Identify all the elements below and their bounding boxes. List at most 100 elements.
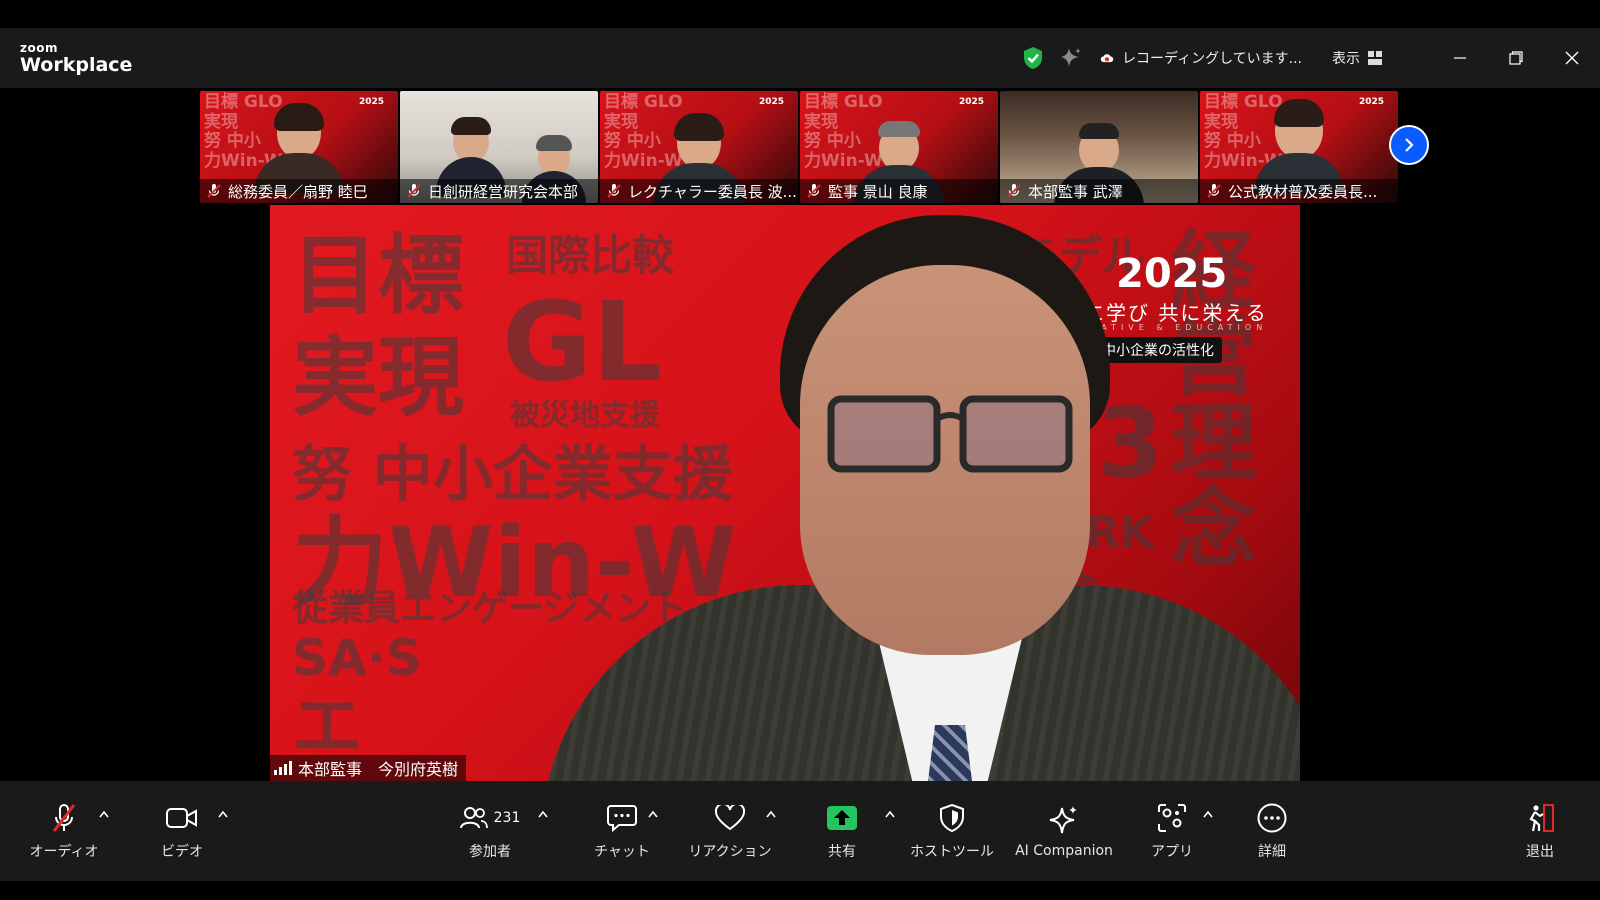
host-tools-label: ホストツール [910,844,994,860]
participant-tile[interactable]: 目標 GLO 実現 努 中小 力Win-W 2025 監事 景山 良康 [800,91,998,203]
background-text: 被災地支援 [510,398,660,433]
participant-filmstrip: 目標 GLO 実現 努 中小 力Win-W 2025 総務委員／扇野 睦巳 日創… [200,91,1398,203]
active-speaker-video: 目標 国際比較 GL 実現 被災地支援 努 中小企業支援 力Win-W 従業員エ… [270,205,1300,781]
signal-strength-icon [274,761,292,775]
participant-name: 日創研経営研究会本部 [428,182,579,201]
shield-icon [940,804,964,832]
chevron-up-icon [99,810,109,818]
video-button[interactable]: ビデオ [146,781,218,881]
mic-muted-icon [1207,184,1221,198]
ai-sparkle-icon [1049,806,1077,834]
tile-year: 2025 [958,97,984,107]
share-options-caret[interactable] [883,807,897,821]
background-text: 実現 [292,328,464,428]
reactions-button[interactable]: リアクション [680,781,780,881]
apps-options-caret[interactable] [1201,807,1215,821]
participant-nametag: 本部監事 武澤 [1000,179,1198,203]
chat-options-caret[interactable] [646,807,660,821]
chevron-up-icon [1203,810,1213,818]
leave-button[interactable]: 退出 [1504,781,1576,881]
recording-indicator[interactable]: レコーディングしています... [1100,48,1302,68]
view-button[interactable]: 表示 [1332,48,1382,68]
background-text: エ [292,685,362,767]
reactions-label: リアクション [688,844,772,860]
apps-icon [1158,804,1186,832]
participants-icon [459,807,488,829]
participant-tile[interactable]: 日創研経営研究会本部 [400,91,598,203]
tile-year: 2025 [1358,97,1384,107]
mic-muted-icon [1007,184,1021,198]
reactions-options-caret[interactable] [764,807,778,821]
leave-door-icon [1529,804,1554,832]
chevron-up-icon [218,810,228,818]
chevron-up-icon [648,810,658,818]
participants-count: 231 [493,810,521,826]
chevron-up-icon [538,810,548,818]
more-label: 詳細 [1258,844,1286,860]
apps-label: アプリ [1151,844,1193,860]
background-text: 従業員エンゲージメント [292,588,688,629]
video-label: ビデオ [161,844,203,860]
background-text: 国際比較 [506,231,675,280]
apps-button[interactable]: アプリ [1136,781,1208,881]
minimize-button[interactable] [1432,28,1488,88]
encryption-shield-icon[interactable] [1022,46,1044,70]
participants-button[interactable]: 231 参加者 [450,781,530,881]
speaker-figure [540,205,1300,781]
participant-name: 監事 景山 良康 [828,182,928,201]
app-logo: zoom Workplace [20,42,132,75]
more-button[interactable]: 詳細 [1236,781,1308,881]
audio-options-caret[interactable] [97,807,111,821]
audio-button[interactable]: オーディオ [28,781,100,881]
share-label: 共有 [828,844,856,860]
brand-name: Workplace [20,54,133,76]
participant-tile[interactable]: 目標 GLO 実現 努 中小 力Win-W 2025 レクチャラー委員長 波..… [600,91,798,203]
more-dots-icon [1257,803,1287,833]
meeting-toolbar: オーディオ ビデオ 231 参加者 チャット リアクション 共有 ホストツール … [0,781,1600,881]
ai-sparkle-icon[interactable] [1060,47,1082,69]
heart-icon [715,805,745,831]
participant-tile[interactable]: 本部監事 武澤 [1000,91,1198,203]
video-camera-icon [166,808,197,828]
tile-year: 2025 [758,97,784,107]
chat-button[interactable]: チャット [586,781,658,881]
ai-companion-button[interactable]: AI Companion [1008,781,1120,881]
participant-nametag: 監事 景山 良康 [800,179,998,203]
speaker-nametag: 本部監事 今別府英樹 [270,755,467,781]
chevron-up-icon [885,810,895,818]
brand-top: zoom [20,41,58,55]
leave-label: 退出 [1526,844,1554,860]
grid-view-icon [1368,51,1382,65]
host-tools-button[interactable]: ホストツール [906,781,998,881]
title-bar: zoom Workplace レコーディングしています... 表示 [0,28,1600,88]
participant-nametag: 日創研経営研究会本部 [400,179,598,203]
background-text: GL [502,278,663,406]
tile-year: 2025 [358,97,384,107]
share-screen-icon [827,806,857,830]
glasses [827,395,1073,473]
chat-bubble-icon [607,805,637,832]
video-options-caret[interactable] [216,807,230,821]
share-button[interactable]: 共有 [806,781,878,881]
participant-name: 本部監事 武澤 [1028,182,1123,201]
recording-text: レコーディングしています... [1122,51,1302,67]
chevron-right-icon [1405,138,1414,152]
participant-tile[interactable]: 目標 GLO 実現 努 中小 力Win-W 2025 公式教材普及委員長... [1200,91,1398,203]
view-label: 表示 [1332,51,1360,67]
participant-name: レクチャラー委員長 波... [628,182,797,201]
participants-options-caret[interactable] [536,807,550,821]
chevron-up-icon [766,810,776,818]
participant-nametag: 公式教材普及委員長... [1200,179,1398,203]
participants-label: 参加者 [469,844,511,860]
participant-tile[interactable]: 目標 GLO 実現 努 中小 力Win-W 2025 総務委員／扇野 睦巳 [200,91,398,203]
mic-muted-icon [52,804,76,832]
participant-name: 総務委員／扇野 睦巳 [228,182,368,201]
restore-button[interactable] [1488,28,1544,88]
mic-muted-icon [207,184,221,198]
participant-name: 公式教材普及委員長... [1228,182,1378,201]
cloud-recording-icon [1100,54,1114,63]
filmstrip-next-button[interactable] [1389,125,1429,165]
mic-muted-icon [807,184,821,198]
close-button[interactable] [1544,28,1600,88]
ai-companion-label: AI Companion [1015,843,1113,859]
